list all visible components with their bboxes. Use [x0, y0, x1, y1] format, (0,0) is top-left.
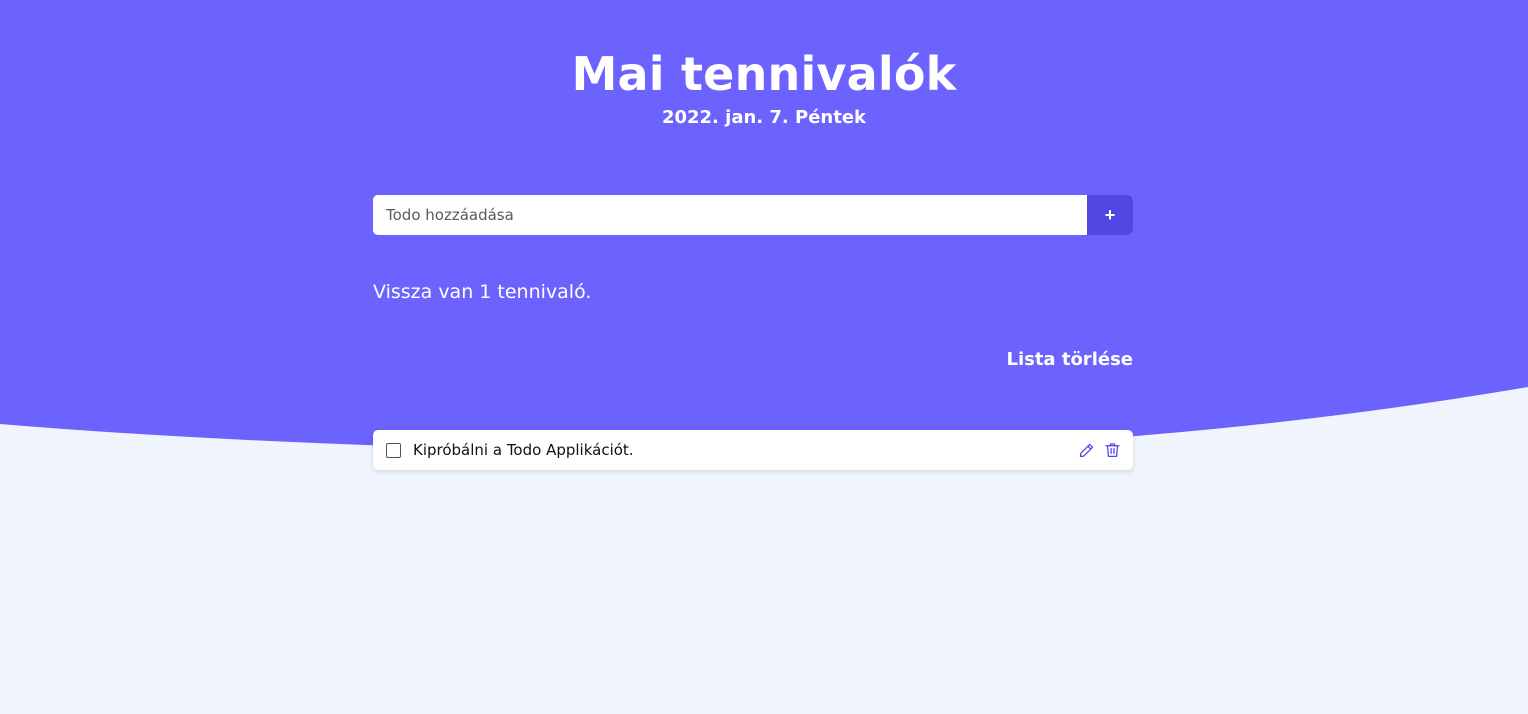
page-title: Mai tennivalók — [571, 47, 957, 101]
trash-icon[interactable] — [1103, 441, 1121, 459]
todo-actions — [1077, 441, 1121, 459]
todo-text: Kipróbálni a Todo Applikációt. — [413, 441, 634, 459]
main-panel: + Vissza van 1 tennivaló. Lista törlése — [373, 195, 1133, 370]
clear-list-button[interactable]: Lista törlése — [1006, 349, 1133, 370]
todo-checkbox[interactable] — [386, 442, 401, 458]
header: Mai tennivalók 2022. jan. 7. Péntek — [0, 44, 1528, 130]
clear-row: Lista törlése — [373, 349, 1133, 370]
add-todo-input[interactable] — [373, 195, 1087, 235]
todo-app: Mai tennivalók 2022. jan. 7. Péntek + Vi… — [0, 0, 1528, 714]
add-todo-button[interactable]: + — [1087, 195, 1133, 235]
add-todo-form: + — [373, 195, 1133, 235]
remaining-count: Vissza van 1 tennivaló. — [373, 281, 592, 303]
list-item: Kipróbálni a Todo Applikációt. — [373, 430, 1133, 470]
current-date: 2022. jan. 7. Péntek — [661, 107, 867, 128]
pencil-icon[interactable] — [1077, 441, 1095, 459]
todo-list: Kipróbálni a Todo Applikációt. — [373, 430, 1133, 470]
